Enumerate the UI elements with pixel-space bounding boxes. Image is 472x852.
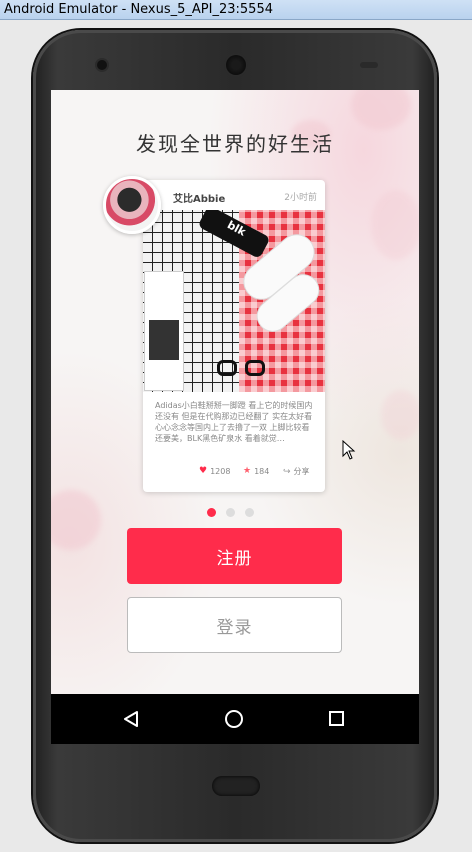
earpiece-speaker [226, 55, 246, 75]
star-icon: ★ [243, 466, 252, 476]
headline: 发现全世界的好生活 [136, 132, 334, 156]
stars-stat[interactable]: ★ 184 [243, 466, 269, 476]
card-stats: ♥ 1208 ★ 184 ↪ 分享 [143, 466, 325, 480]
window-title: Android Emulator - Nexus_5_API_23:5554 [4, 2, 273, 17]
emulator-titlebar: Android Emulator - Nexus_5_API_23:5554 [0, 0, 472, 20]
share-label: 分享 [293, 467, 310, 476]
mouse-cursor-icon [342, 440, 356, 460]
pagination-dot[interactable] [226, 508, 235, 517]
home-icon[interactable] [225, 710, 243, 728]
front-camera [97, 60, 107, 70]
card-user-name[interactable]: 艾比Abbie [173, 190, 225, 205]
share-stat[interactable]: ↪ 分享 [283, 466, 310, 477]
login-button[interactable]: 登录 [127, 597, 342, 653]
share-icon: ↪ [283, 466, 291, 477]
recent-apps-icon[interactable] [329, 711, 344, 726]
pagination-dot[interactable] [245, 508, 254, 517]
glasses-illustration [217, 360, 269, 378]
card-description: Adidas小白鞋掰掰一脚蹬 看上它的时候国内还没有 但是在代购那边已经翻了 实… [155, 401, 313, 443]
feed-card[interactable]: 艾比Abbie 2小时前 blk Adidas小白鞋掰掰一脚蹬 看上它的时候国内… [143, 180, 325, 492]
stars-count: 184 [254, 466, 270, 476]
user-avatar[interactable] [103, 176, 161, 234]
likes-count: 1208 [210, 466, 231, 476]
card-photo[interactable]: blk [143, 210, 325, 392]
proximity-sensor [360, 62, 378, 68]
bottom-speaker [212, 776, 260, 796]
heart-icon: ♥ [199, 466, 208, 476]
likes-stat[interactable]: ♥ 1208 [199, 466, 230, 476]
register-button[interactable]: 注册 [127, 528, 342, 584]
back-icon[interactable] [123, 711, 139, 727]
android-nav-bar [51, 694, 419, 744]
app-screen: 发现全世界的好生活 艾比Abbie 2小时前 blk Adidas小白鞋掰掰一脚… [51, 90, 419, 694]
card-timestamp: 2小时前 [284, 193, 317, 203]
carousel-pagination [207, 508, 267, 518]
pagination-dot-active[interactable] [207, 508, 216, 517]
